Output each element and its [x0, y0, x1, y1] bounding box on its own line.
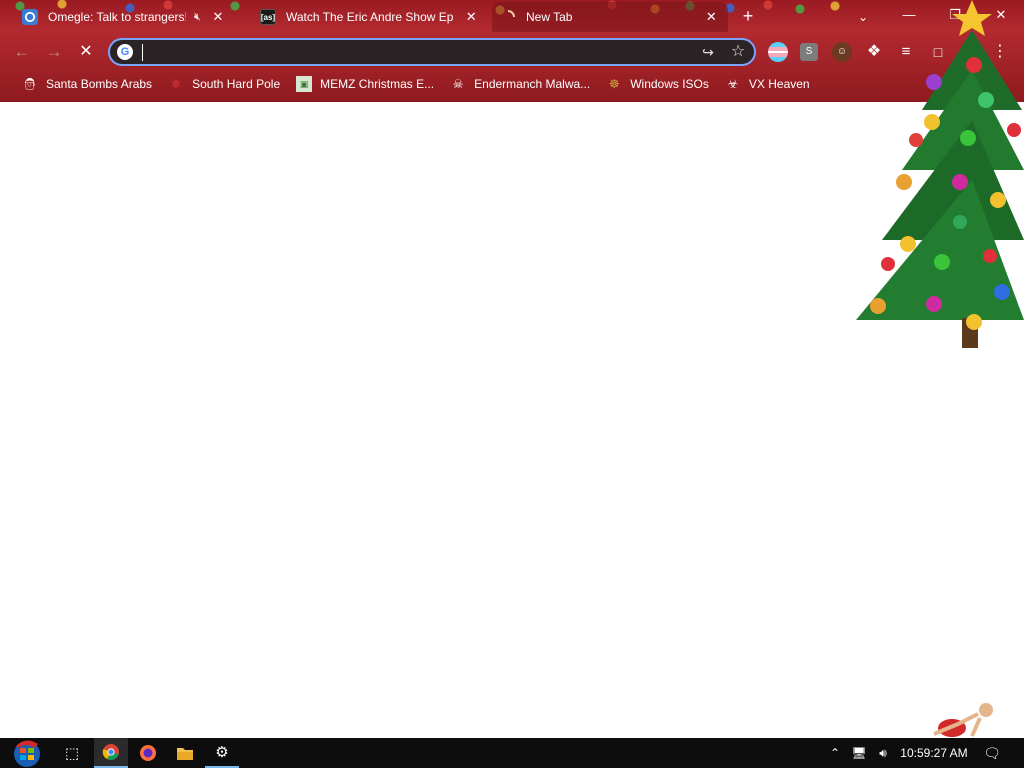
bookmark-memz-christmas[interactable]: ▣ MEMZ Christmas E... — [288, 72, 442, 96]
address-bar[interactable]: G ↪ ☆ — [108, 38, 756, 66]
back-button[interactable]: ← — [10, 40, 34, 64]
new-tab-button[interactable]: + — [737, 6, 759, 28]
forward-button[interactable]: → — [42, 40, 66, 64]
google-icon: G — [117, 44, 133, 60]
file-explorer-taskbar-button[interactable] — [168, 738, 202, 768]
bookmark-endermanch-malware[interactable]: ☠ Endermanch Malwa... — [442, 72, 598, 96]
memz-icon: ▣ — [296, 76, 313, 92]
buddha-icon: ☸ — [608, 77, 620, 91]
tab-close-icon[interactable]: ✕ — [464, 9, 478, 25]
bookmark-label: South Hard Pole — [192, 77, 281, 91]
text-caret — [142, 44, 143, 61]
windows-taskbar: ⬚ ⚙ ⌃ 🖥︎ 🔊︎ 10:59:27 AM 🗨︎ — [0, 738, 1024, 768]
taskbar-clock[interactable]: 10:59:27 AM — [898, 738, 970, 768]
firefox-taskbar-button[interactable] — [131, 738, 165, 768]
s-extension-icon[interactable]: S — [800, 43, 818, 61]
snowflake-icon: ❄ — [171, 77, 182, 91]
adult-swim-icon: [as] — [260, 9, 276, 25]
bookmark-label: Windows ISOs — [630, 77, 709, 91]
gear-icon: ⚙ — [215, 744, 229, 761]
volume-icon[interactable]: 🔊︎ — [872, 738, 894, 768]
endermanch-icon: ☠ — [452, 77, 464, 91]
bookmark-vx-heaven[interactable]: ☣ VX Heaven — [717, 72, 818, 96]
stop-loading-button[interactable]: ✕ — [74, 40, 98, 64]
share-icon[interactable]: ↪ — [698, 42, 718, 62]
tab-new-tab[interactable]: New Tab ✕ — [492, 2, 728, 32]
bookmark-label: Santa Bombs Arabs — [46, 77, 153, 91]
tab-close-icon[interactable]: ✕ — [705, 9, 718, 25]
task-view-button[interactable]: ⬚ — [55, 738, 89, 768]
chrome-icon — [102, 744, 119, 760]
bookmark-santa-bombs-arabs[interactable]: 🎅︎ Santa Bombs Arabs — [14, 72, 160, 96]
chrome-taskbar-button[interactable] — [94, 738, 128, 768]
folder-icon — [177, 748, 193, 760]
show-hidden-icons-chevron-icon[interactable]: ⌃ — [826, 738, 844, 768]
tab-eric-andre[interactable]: [as] Watch The Eric Andre Show Episo ✕ — [252, 2, 488, 32]
avatar-extension-icon[interactable]: ☺ — [832, 42, 852, 62]
tab-title: Watch The Eric Andre Show Episo — [286, 10, 455, 24]
firefox-icon — [140, 745, 156, 761]
bookmark-south-hard-pole[interactable]: ❄ South Hard Pole — [160, 72, 288, 96]
tab-title: Omegle: Talk to strangers! — [48, 10, 186, 24]
network-icon[interactable]: 🖥︎ — [848, 738, 870, 768]
tab-close-icon[interactable]: ✕ — [211, 9, 225, 25]
bookmark-label: Endermanch Malwa... — [474, 77, 591, 91]
bookmark-label: VX Heaven — [748, 77, 810, 91]
address-input[interactable] — [142, 43, 682, 61]
trans-flag-extension-icon[interactable] — [768, 42, 788, 62]
santa-icon: 🎅︎ — [22, 77, 38, 91]
loading-icon — [500, 9, 516, 25]
tab-muted-icon[interactable]: 🔇︎ — [194, 11, 201, 24]
start-button[interactable] — [8, 738, 46, 768]
vx-heaven-icon: ☣ — [727, 77, 739, 91]
action-center-icon[interactable]: 🗨︎ — [980, 738, 1004, 768]
settings-taskbar-button[interactable]: ⚙ — [205, 738, 239, 768]
bookmark-star-icon[interactable]: ☆ — [728, 42, 748, 62]
desktop-mascot-icon — [933, 703, 993, 737]
bookmark-label: MEMZ Christmas E... — [320, 77, 435, 91]
tab-title: New Tab — [526, 10, 573, 24]
christmas-tree-icon — [856, 0, 1024, 348]
bookmark-windows-isos[interactable]: ☸ Windows ISOs — [598, 72, 717, 96]
tab-omegle[interactable]: Omegle: Talk to strangers! 🔇︎ ✕ — [14, 2, 246, 32]
omegle-icon — [22, 9, 38, 25]
